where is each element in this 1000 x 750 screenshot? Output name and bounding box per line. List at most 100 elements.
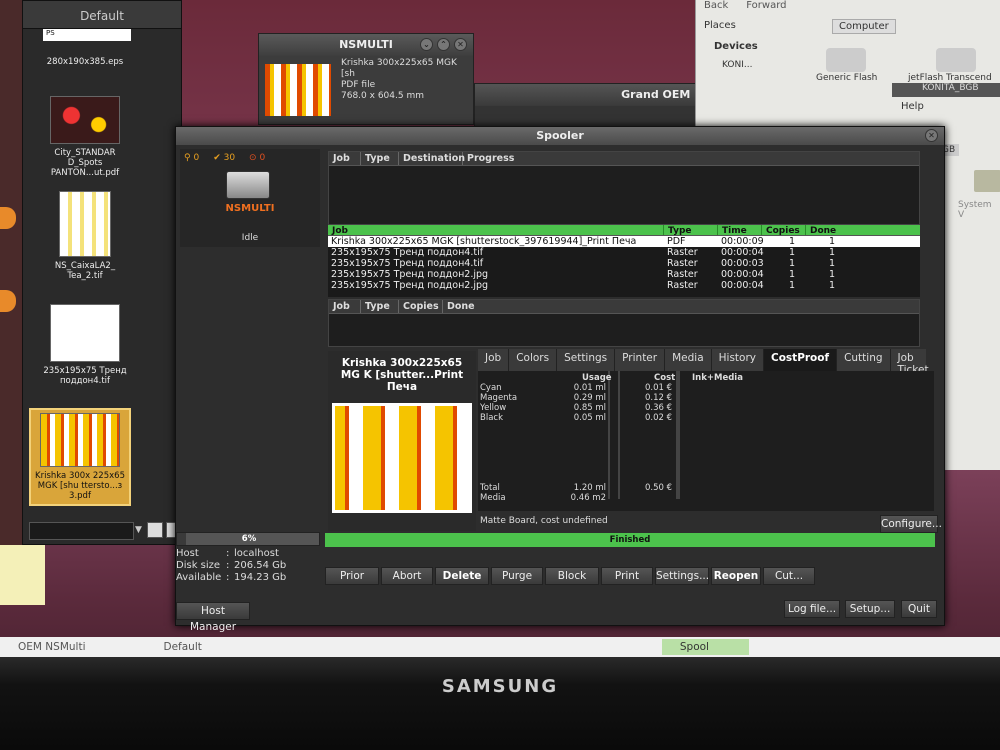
- host-value: localhost: [234, 548, 279, 559]
- column-header[interactable]: Done: [443, 300, 919, 313]
- hotfolder-panel: Default PS 280x190x385.eps City_STANDAR …: [22, 0, 182, 545]
- window-titlebar: NSMULTI ⌄ ⌃ ✕: [259, 34, 473, 56]
- file-size: 768.0 x 604.5 mm: [341, 91, 424, 101]
- print-button[interactable]: Print: [601, 567, 653, 585]
- prior-button[interactable]: Prior: [325, 567, 379, 585]
- status-bar: Finished: [325, 533, 935, 547]
- column-header[interactable]: Job: [329, 300, 361, 313]
- ink-name: Black: [480, 413, 503, 423]
- done-count: ✔ 30: [213, 153, 236, 163]
- taskbar-item[interactable]: OEM NSMulti: [0, 641, 85, 653]
- drive-icon[interactable]: [936, 48, 976, 72]
- back-button[interactable]: Back: [704, 0, 728, 11]
- block-button[interactable]: Block: [545, 567, 599, 585]
- ink-usage: 0.05 ml: [573, 413, 606, 423]
- thumb-item[interactable]: 235x195x75 Тренд поддон4.tif: [37, 304, 133, 386]
- filename-field[interactable]: PS: [43, 29, 131, 41]
- device-item[interactable]: KONI...: [722, 60, 752, 70]
- close-icon[interactable]: ✕: [454, 38, 467, 51]
- column-header[interactable]: Done: [806, 225, 920, 236]
- column-header[interactable]: Copies: [399, 300, 443, 313]
- quit-button[interactable]: Quit: [901, 600, 937, 618]
- monitor-bezel: [0, 657, 1000, 750]
- thumb-item-selected[interactable]: Krishka 300x 225x65 MGK [shu tterstо...з…: [29, 408, 131, 506]
- konita-titlebar: KONITA_BGB: [892, 83, 1000, 97]
- view-grid-icon[interactable]: [147, 522, 163, 538]
- places-label: Places: [704, 20, 736, 31]
- thumb-item[interactable]: NS_CaixaLA2_ Tea_2.tif: [37, 191, 133, 281]
- log-file-button[interactable]: Log file...: [784, 600, 840, 618]
- computer-breadcrumb[interactable]: Computer: [832, 19, 896, 34]
- configure-button[interactable]: Configure...: [880, 515, 942, 533]
- file-preview: [265, 64, 331, 116]
- ink-name: Magenta: [480, 393, 518, 403]
- ink-usage: 0.85 ml: [573, 403, 606, 413]
- column-header[interactable]: Job: [329, 152, 361, 165]
- drive-label: Generic Flash: [816, 73, 878, 83]
- job-preview-image: [332, 403, 472, 513]
- file-name: Krishka 300x225x65 MGK [sh: [341, 58, 457, 79]
- ink-usage: 0.29 ml: [573, 393, 606, 403]
- abort-button[interactable]: Abort: [381, 567, 433, 585]
- forward-button[interactable]: Forward: [746, 0, 786, 11]
- settings-button[interactable]: Settings...: [655, 567, 709, 585]
- media-note: Matte Board, cost undefined: [480, 516, 608, 526]
- purge-button[interactable]: Purge: [491, 567, 543, 585]
- column-header[interactable]: Type: [361, 300, 399, 313]
- column-header[interactable]: Progress: [463, 152, 919, 165]
- host-manager-button[interactable]: Host Manager: [176, 602, 250, 633]
- thumb-label: 280x190x385.eps: [46, 57, 124, 67]
- total-usage: 1.20 ml: [573, 483, 606, 493]
- reopen-button[interactable]: Reopen: [711, 567, 761, 585]
- window-title: NSMULTI: [339, 38, 393, 51]
- delete-button[interactable]: Delete: [435, 567, 489, 585]
- help-menu[interactable]: Help: [901, 101, 924, 112]
- thumb-label: Krishka 300x 225x65 MGK [shu tterstо...з…: [35, 471, 125, 501]
- folder-icon[interactable]: [974, 170, 1000, 192]
- drive-label: jetFlash Transcend: [908, 73, 992, 83]
- printer-icon[interactable]: [226, 171, 270, 199]
- taskbar-item-active[interactable]: Spool: [661, 639, 749, 655]
- costproof-panel: Usage Cost Ink+Media Cyan Magenta Yellow…: [478, 371, 934, 526]
- ink-cost: 0.36 €: [644, 403, 672, 413]
- table-row[interactable]: Krishka 300x225x65 MGK [shutterstock_397…: [328, 236, 920, 247]
- usage-header: Usage: [582, 373, 612, 383]
- column-header[interactable]: Copies: [762, 225, 806, 236]
- table-row[interactable]: 235x195x75 Тренд поддон4.tif Raster 00:00:…: [328, 258, 920, 269]
- column-header[interactable]: Destination: [399, 152, 465, 165]
- dropdown-arrow-icon[interactable]: ▼: [135, 525, 142, 535]
- taskbar-item[interactable]: Default: [145, 641, 201, 653]
- setup-button[interactable]: Setup...: [845, 600, 895, 618]
- avail-value: 194.23 Gb: [234, 572, 287, 583]
- thumb-item[interactable]: City_STANDAR D_Spots PANTON...ut.pdf: [37, 96, 133, 178]
- window-title: Spooler: [536, 129, 584, 142]
- cut-button[interactable]: Cut...: [763, 567, 815, 585]
- panel-title: Default: [23, 1, 181, 29]
- column-header[interactable]: Job: [328, 225, 664, 236]
- active-jobs-table: Job Type Destination Progress: [328, 151, 920, 225]
- printer-panel: ⚲ 0 ✔ 30 ⊙ 0 NSMULTI Idle: [180, 149, 320, 247]
- table-row[interactable]: 235x195x75 Тренд поддон2.jpg Raster 00:00:…: [328, 280, 920, 291]
- thumb-image: [59, 191, 111, 257]
- maximize-icon[interactable]: ⌃: [437, 38, 450, 51]
- disk-percent: 6%: [241, 534, 257, 544]
- column-header[interactable]: Time: [718, 225, 762, 236]
- ink-name: Yellow: [480, 403, 507, 413]
- ink-cost: 0.01 €: [644, 383, 672, 393]
- thumb-label: 235x195x75 Тренд поддон4.tif: [43, 366, 127, 386]
- host-label: Host: [176, 548, 199, 559]
- panel-search-field[interactable]: [29, 522, 134, 540]
- table-row[interactable]: 235x195x75 Тренд поддон2.jpg Raster 00:00:…: [328, 269, 920, 280]
- column-header[interactable]: Type: [664, 225, 718, 236]
- column-header[interactable]: Type: [361, 152, 399, 165]
- drive-icon[interactable]: [826, 48, 866, 72]
- thumb-label: NS_CaixaLA2_ Tea_2.tif: [54, 261, 116, 281]
- table-row[interactable]: 235x195x75 Тренд поддон4.tif Raster 00:00:…: [328, 247, 920, 258]
- minimize-icon[interactable]: ⌄: [420, 38, 433, 51]
- finished-jobs-table: Job Type Time Copies Done Krishka 300x22…: [328, 225, 920, 297]
- total-cost: 0.50 €: [644, 483, 672, 493]
- close-icon[interactable]: ✕: [925, 129, 938, 142]
- thumb-item[interactable]: 280x190x385.eps: [37, 57, 133, 67]
- ink-name: Cyan: [480, 383, 502, 393]
- printer-name: NSMULTI: [225, 203, 275, 214]
